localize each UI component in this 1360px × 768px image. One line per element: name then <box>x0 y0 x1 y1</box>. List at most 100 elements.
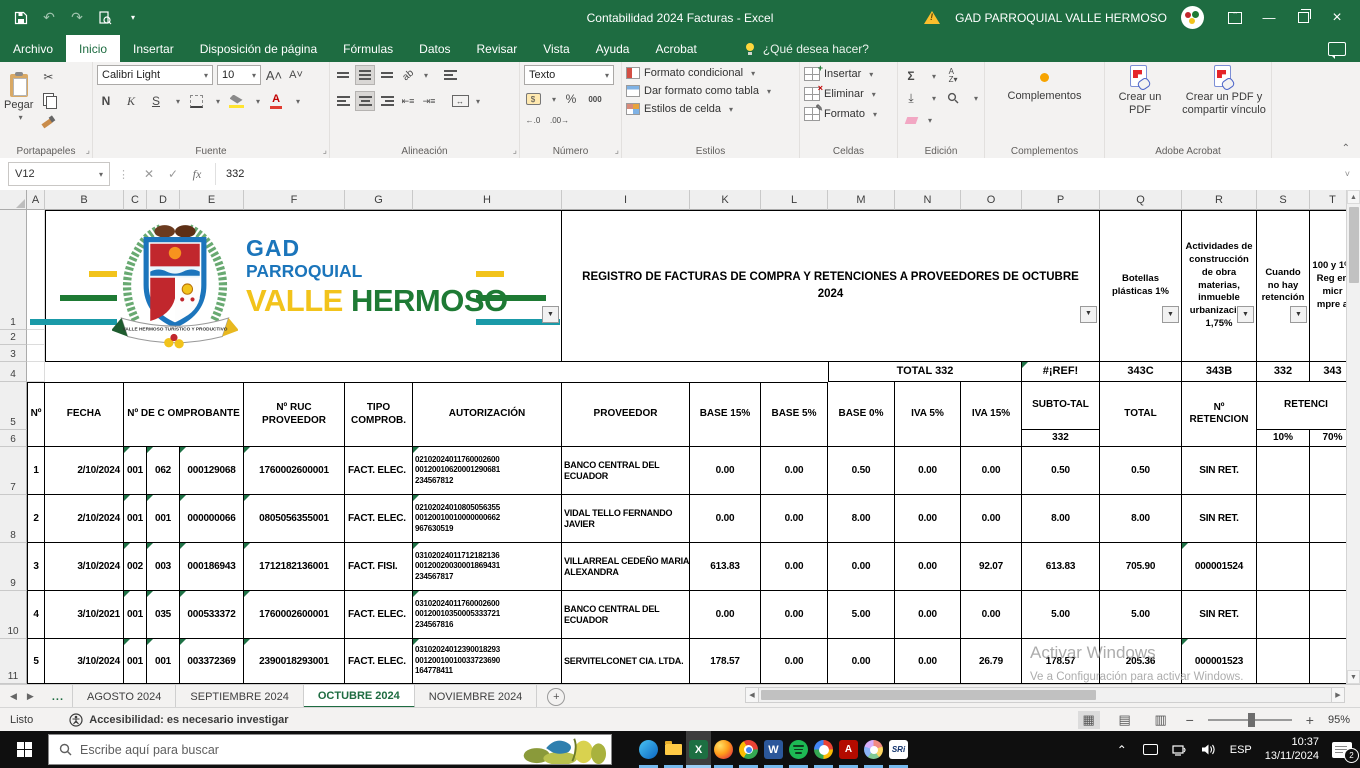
cell[interactable]: 03102024011760002600 0012001035000533372… <box>413 591 562 639</box>
vertical-scroll-thumb[interactable] <box>1349 207 1359 283</box>
align-middle-icon[interactable] <box>355 65 375 85</box>
code-cell-r4[interactable]: 343B <box>1182 362 1257 382</box>
cell[interactable]: 2/10/2024 <box>45 447 124 495</box>
insert-cells-button[interactable]: + Insertar▾ <box>804 67 893 81</box>
cell[interactable]: 0.00 <box>761 447 828 495</box>
cell[interactable]: 5.00 <box>1100 591 1182 639</box>
cell[interactable]: BANCO CENTRAL DEL ECUADOR <box>562 591 690 639</box>
network-icon[interactable] <box>1172 743 1188 757</box>
ribbon-tab-ayuda[interactable]: Ayuda <box>583 35 643 62</box>
fill-down-icon[interactable]: ⤓ <box>902 89 920 107</box>
cell[interactable]: 178.57 <box>1022 639 1100 684</box>
cell[interactable]: BANCO CENTRAL DEL ECUADOR <box>562 447 690 495</box>
google-meet-app[interactable] <box>811 731 836 768</box>
header-iva5[interactable]: IVA 5% <box>895 382 961 447</box>
cell[interactable]: 002 <box>124 543 147 591</box>
cell[interactable]: 02102024010805056355 0012001001000000066… <box>413 495 562 543</box>
cell[interactable]: 0.00 <box>690 447 761 495</box>
name-box[interactable]: V12▾ <box>8 162 110 186</box>
cell[interactable]: 205.36 <box>1100 639 1182 684</box>
cell[interactable]: 001 <box>124 639 147 684</box>
cell[interactable]: 003372369 <box>180 639 244 684</box>
cell[interactable] <box>27 345 45 362</box>
cell[interactable]: FACT. ELEC. <box>345 639 413 684</box>
header-iva15[interactable]: IVA 15% <box>961 382 1022 447</box>
edge-app[interactable] <box>636 731 661 768</box>
cell[interactable]: 0.00 <box>895 495 961 543</box>
empty-row[interactable] <box>45 362 828 382</box>
filter-dropdown-icon[interactable]: ▼ <box>1162 306 1179 323</box>
cell[interactable]: 1760002600001 <box>244 447 345 495</box>
row-header-9[interactable]: 9 <box>0 543 27 591</box>
merge-center-icon[interactable]: ↔ <box>451 92 469 110</box>
report-title-cell[interactable]: REGISTRO DE FACTURAS DE COMPRA Y RETENCI… <box>562 210 1100 362</box>
cell[interactable]: 001 <box>124 591 147 639</box>
format-as-table-button[interactable]: Dar formato como tabla▾ <box>626 85 795 97</box>
horizontal-scroll-thumb[interactable] <box>761 690 1096 700</box>
decrease-font-icon[interactable]: A˅ <box>287 66 305 84</box>
column-header-H[interactable]: H <box>413 190 562 210</box>
header-fecha[interactable]: FECHA <box>45 382 124 447</box>
row-header-8[interactable]: 8 <box>0 495 27 543</box>
decrease-decimal-icon[interactable]: .00→ <box>550 111 569 129</box>
cell[interactable]: 000186943 <box>180 543 244 591</box>
column-header-S[interactable]: S <box>1257 190 1310 210</box>
create-pdf-share-button[interactable]: Crear un PDF y compartir vínculo <box>1181 65 1267 116</box>
cell[interactable]: 5.00 <box>828 591 895 639</box>
vertical-scrollbar[interactable]: ▲ ▼ <box>1346 190 1360 684</box>
header-ruc[interactable]: Nº RUC PROVEEDOR <box>244 382 345 447</box>
cell-styles-button[interactable]: Estilos de celda▾ <box>626 103 795 115</box>
zoom-slider-thumb[interactable] <box>1248 713 1255 727</box>
borders-icon[interactable] <box>187 92 205 110</box>
ribbon-tab-vista[interactable]: Vista <box>530 35 582 62</box>
header-total[interactable]: TOTAL <box>1100 382 1182 447</box>
cell[interactable]: 0.00 <box>828 639 895 684</box>
cell[interactable] <box>1257 495 1310 543</box>
cell[interactable] <box>1257 591 1310 639</box>
new-sheet-icon[interactable]: + <box>547 688 565 706</box>
header-ret-10[interactable]: 10% <box>1257 430 1310 447</box>
alignment-dialog-launcher-icon[interactable]: ⌟ <box>513 145 517 156</box>
firefox-app[interactable] <box>711 731 736 768</box>
acrobat-app[interactable]: A <box>836 731 861 768</box>
insert-function-icon[interactable]: fx <box>185 167 209 182</box>
column-header-I[interactable]: I <box>562 190 690 210</box>
increase-font-icon[interactable]: A˄ <box>265 66 283 84</box>
cell[interactable]: 0.00 <box>895 543 961 591</box>
scroll-right-icon[interactable]: ▶ <box>1331 687 1345 703</box>
cell[interactable]: 1760002600001 <box>244 591 345 639</box>
restore-icon[interactable] <box>1286 3 1320 33</box>
cell[interactable]: 0.00 <box>761 495 828 543</box>
language-indicator[interactable]: ESP <box>1230 744 1252 756</box>
paint-app[interactable] <box>861 731 886 768</box>
cell[interactable]: 0.00 <box>690 495 761 543</box>
zoom-in-icon[interactable]: + <box>1306 712 1314 728</box>
header-base0[interactable]: BASE 0% <box>828 382 895 447</box>
filter-dropdown-icon[interactable]: ▼ <box>1080 306 1097 323</box>
row-header-2[interactable]: 2 <box>0 330 27 345</box>
sheet-overflow-ellipsis[interactable]: ... <box>44 685 72 708</box>
save-icon[interactable] <box>12 9 30 27</box>
align-right-icon[interactable] <box>378 92 396 110</box>
cell[interactable]: 001 <box>124 447 147 495</box>
cell[interactable]: 4 <box>27 591 45 639</box>
filter-header-r[interactable]: Actividades de construcción de obra mate… <box>1182 210 1257 362</box>
redo-icon[interactable]: ↷ <box>68 9 86 27</box>
find-select-icon[interactable] <box>944 89 962 107</box>
close-icon[interactable]: × <box>1320 3 1354 33</box>
cell[interactable]: 0.00 <box>761 591 828 639</box>
cell[interactable]: 000000066 <box>180 495 244 543</box>
font-color-icon[interactable]: A <box>267 92 285 110</box>
cell[interactable]: VIDAL TELLO FERNANDO JAVIER <box>562 495 690 543</box>
row-header-4[interactable]: 4 <box>0 362 27 382</box>
cell[interactable]: 000533372 <box>180 591 244 639</box>
increase-indent-icon[interactable]: ⇥≡ <box>420 92 438 110</box>
cell[interactable]: 178.57 <box>690 639 761 684</box>
comma-style-icon[interactable]: 000 <box>586 90 604 108</box>
cell[interactable]: 001 <box>124 495 147 543</box>
cell[interactable]: 3 <box>27 543 45 591</box>
column-header-L[interactable]: L <box>761 190 828 210</box>
cell[interactable]: 26.79 <box>961 639 1022 684</box>
tray-chevron-icon[interactable]: ⌃ <box>1114 743 1130 757</box>
cell[interactable]: FACT. ELEC. <box>345 591 413 639</box>
